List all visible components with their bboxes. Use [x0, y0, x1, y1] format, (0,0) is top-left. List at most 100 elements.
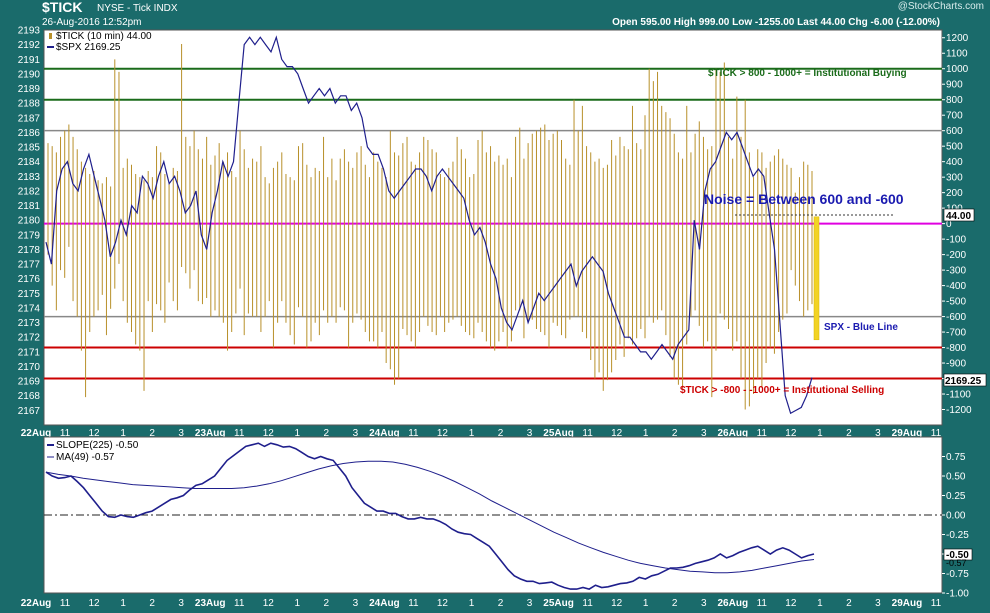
- right-axis-tick-label: -800: [946, 343, 966, 354]
- slope-x-tick-label: 1: [469, 598, 475, 609]
- left-axis-tick-label: 2171: [18, 347, 41, 358]
- slope-x-tick-label: 11: [931, 598, 942, 609]
- slope-axis-tick-label: 0.25: [946, 491, 966, 502]
- tick-last-bar: [813, 216, 820, 341]
- left-axis-tick-label: 2185: [18, 143, 41, 154]
- slope-axis-tick-label: 0.75: [946, 452, 966, 463]
- slope-x-tick-label: 1: [295, 598, 301, 609]
- slope-x-tick-label: 2: [324, 598, 330, 609]
- right-axis-tick-label: -500: [946, 297, 966, 308]
- left-axis-tick-label: 2186: [18, 128, 41, 139]
- left-axis-tick-label: 2182: [18, 186, 41, 197]
- slope-x-tick-label: 29Aug: [892, 598, 923, 609]
- slope-x-tick-label: 1: [120, 598, 126, 609]
- left-axis-tick-label: 2169: [18, 377, 41, 388]
- tick-last-value: 44.00: [946, 211, 971, 222]
- right-axis-tick-label: 300: [946, 173, 963, 184]
- slope-x-tick-label: 12: [437, 598, 449, 609]
- right-axis-tick-label: 900: [946, 80, 963, 91]
- right-axis-tick-label: 1200: [946, 33, 969, 44]
- slope-x-tick-label: 11: [582, 598, 593, 609]
- right-axis-tick-label: -300: [946, 266, 966, 277]
- left-axis-tick-label: 2181: [18, 201, 41, 212]
- slope-x-tick-label: 3: [701, 598, 707, 609]
- left-axis-tick-label: 2179: [18, 230, 41, 241]
- left-axis-tick-label: 2180: [18, 216, 41, 227]
- annotation-spx: SPX - Blue Line: [824, 322, 898, 333]
- slope-x-tick-label: 23Aug: [195, 598, 226, 609]
- slope-axis-tick-label: 0.00: [946, 511, 966, 522]
- slope-x-tick-label: 2: [672, 598, 678, 609]
- annotation-institutional-selling: $TICK > -800 - -1000+ = Institutional Se…: [680, 385, 884, 396]
- legend-tick: $TICK (10 min) 44.00: [56, 31, 152, 42]
- left-axis-tick-label: 2191: [18, 55, 41, 66]
- slope-axis-tick-label: 0.50: [946, 472, 966, 483]
- right-axis-tick-label: 600: [946, 126, 963, 137]
- main-plot-area: [43, 29, 943, 426]
- slope-axis-tick-label: -0.25: [946, 530, 969, 541]
- slope-x-tick-label: 3: [178, 598, 184, 609]
- spx-last-value: 2169.25: [945, 376, 982, 387]
- slope-x-tick-label: 3: [527, 598, 533, 609]
- left-axis-tick-label: 2172: [18, 333, 41, 344]
- ma-last-value: -0.57: [946, 558, 967, 568]
- right-axis-tick-label: -900: [946, 359, 966, 370]
- right-axis-tick-label: 200: [946, 188, 963, 199]
- legend-ma: MA(49) -0.57: [56, 452, 115, 463]
- right-axis-tick-label: 500: [946, 142, 963, 153]
- slope-x-tick-label: 1: [643, 598, 649, 609]
- slope-axis-tick-label: -1.00: [946, 589, 969, 600]
- slope-x-tick-label: 24Aug: [369, 598, 400, 609]
- right-axis-tick-label: 400: [946, 157, 963, 168]
- left-axis-tick-label: 2167: [18, 406, 41, 417]
- right-axis-tick-label: -1200: [946, 405, 972, 416]
- slope-x-tick-label: 12: [611, 598, 623, 609]
- annotation-noise: Noise = Between 600 and -600: [704, 191, 904, 207]
- slope-x-tick-label: 2: [846, 598, 852, 609]
- left-axis-tick-label: 2175: [18, 289, 41, 300]
- main-panel: 2167 2168 2169 2170 2171 2172 2173 2174 2175 2176…: [18, 26, 987, 439]
- right-axis-tick-label: -400: [946, 281, 966, 292]
- legend-slope: SLOPE(225) -0.50: [56, 440, 139, 451]
- slope-panel: -1.00-0.75-0.50-0.250.000.250.500.75SLOP…: [21, 436, 973, 609]
- slope-x-tick-label: 26Aug: [717, 598, 748, 609]
- slope-x-tick-label: 2: [498, 598, 504, 609]
- left-axis-tick-label: 2184: [18, 157, 41, 168]
- slope-x-tick-label: 12: [785, 598, 797, 609]
- left-axis-tick-label: 2193: [18, 26, 41, 37]
- left-axis-tick-label: 2189: [18, 84, 41, 95]
- left-axis-tick-label: 2190: [18, 69, 41, 80]
- right-axis-tick-label: -200: [946, 250, 966, 261]
- left-axis-tick-label: 2187: [18, 113, 41, 124]
- slope-x-tick-label: 25Aug: [543, 598, 574, 609]
- left-axis-tick-label: 2188: [18, 99, 41, 110]
- slope-x-tick-label: 11: [234, 598, 245, 609]
- slope-x-tick-label: 3: [353, 598, 359, 609]
- slope-x-tick-label: 12: [263, 598, 275, 609]
- right-axis-tick-label: -1100: [946, 390, 971, 401]
- slope-x-tick-label: 11: [60, 598, 71, 609]
- slope-x-tick-label: 3: [875, 598, 881, 609]
- chart-svg: 2167 2168 2169 2170 2171 2172 2173 2174 2175 2176…: [18, 26, 987, 609]
- left-axis-tick-label: 2168: [18, 391, 41, 402]
- left-axis-tick-label: 2192: [18, 40, 41, 51]
- slope-x-tick-label: 11: [408, 598, 419, 609]
- right-axis-tick-label: -600: [946, 312, 966, 323]
- right-axis-tick-label: -100: [946, 235, 966, 246]
- right-axis-tick-label: 1100: [946, 49, 968, 60]
- left-axis-tick-label: 2177: [18, 260, 41, 271]
- slope-x-tick-label: 11: [757, 598, 768, 609]
- legend-spx: $SPX 2169.25: [56, 42, 121, 53]
- slope-x-tick-label: 1: [817, 598, 823, 609]
- annotation-institutional-buying: $TICK > 800 - 1000+ = Institutional Buyi…: [708, 68, 907, 79]
- left-axis-tick-label: 2170: [18, 362, 41, 373]
- left-axis-tick-label: 2183: [18, 172, 41, 183]
- slope-x-tick-label: 22Aug: [21, 598, 52, 609]
- legend-tick-swatch: [49, 33, 52, 39]
- right-axis-tick-label: -700: [946, 328, 966, 339]
- right-axis-tick-label: 700: [946, 111, 963, 122]
- left-axis-tick-label: 2178: [18, 245, 41, 256]
- left-axis-tick-label: 2176: [18, 274, 41, 285]
- left-axis-tick-label: 2173: [18, 318, 41, 329]
- right-axis-tick-label: 800: [946, 95, 963, 106]
